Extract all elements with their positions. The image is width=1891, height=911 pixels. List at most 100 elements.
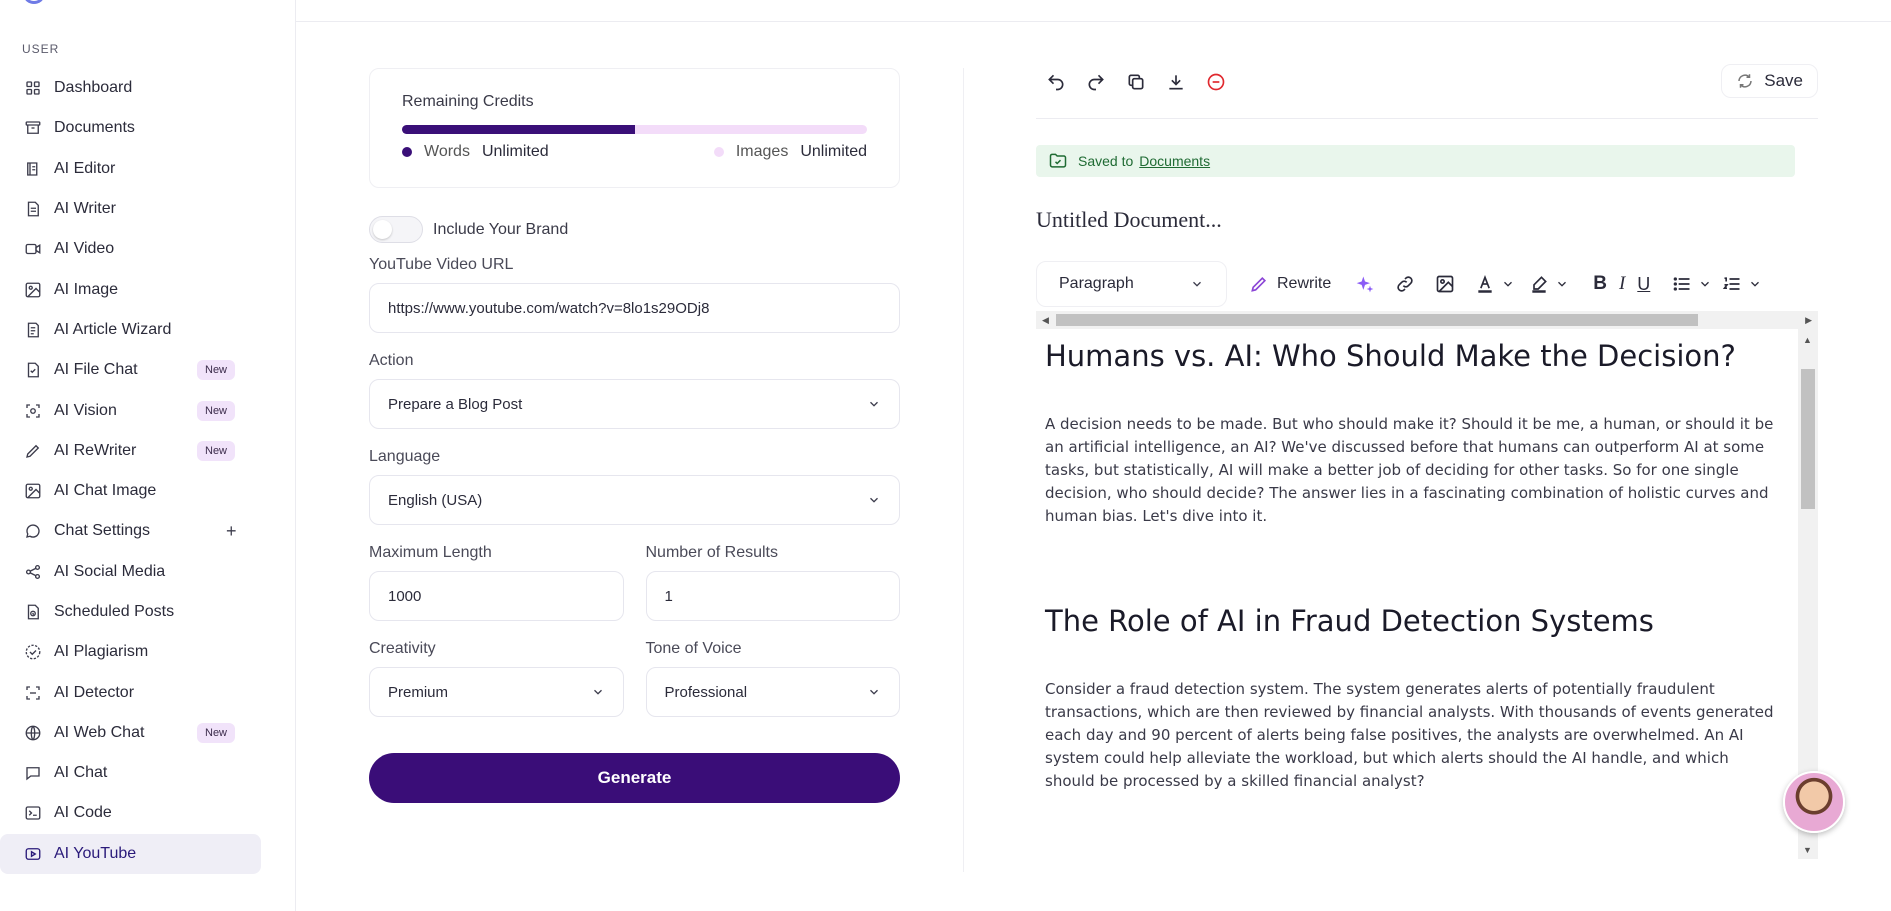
sidebar-item-ai-editor[interactable]: AI Editor (0, 149, 296, 189)
sidebar-item-label: Scheduled Posts (54, 603, 175, 620)
creativity-label: Creativity (369, 640, 436, 657)
sidebar-item-ai-image[interactable]: AI Image (0, 269, 296, 309)
image-icon (1436, 275, 1454, 293)
scroll-left-icon[interactable]: ◀ (1042, 315, 1049, 326)
language-select[interactable]: English (USA) (369, 475, 900, 525)
generate-button[interactable]: Generate (369, 753, 900, 803)
bullet-list-button[interactable] (1672, 274, 1712, 294)
format-toolbar: Paragraph Rewrite B I U (1036, 261, 1818, 307)
image-icon (24, 281, 42, 299)
text-color-button[interactable] (1475, 274, 1515, 294)
scroll-down-icon[interactable]: ▼ (1803, 845, 1812, 855)
sidebar-item-dashboard[interactable]: Dashboard (0, 68, 296, 108)
length-results-row: Maximum Length Number of Results (369, 525, 900, 621)
images-label: Images (735, 143, 789, 160)
sidebar-item-ai-video[interactable]: AI Video (0, 229, 296, 269)
check-circle-icon (24, 643, 42, 661)
tone-value: Professional (664, 683, 748, 701)
saved-documents-link[interactable]: Documents (1139, 153, 1210, 169)
sidebar-item-label: AI Plagiarism (54, 643, 149, 661)
sidebar-item-scheduled-posts[interactable]: Scheduled Posts (0, 592, 296, 632)
remove-circle-icon (1207, 73, 1225, 91)
sidebar-item-ai-file-chat[interactable]: AI File Chat New (0, 350, 296, 390)
highlight-button[interactable] (1529, 274, 1569, 294)
sidebar-item-ai-detector[interactable]: AI Detector (0, 672, 296, 712)
sidebar-item-ai-code[interactable]: AI Code (0, 793, 296, 833)
sidebar-item-documents[interactable]: Documents (0, 108, 296, 148)
refresh-icon (1738, 74, 1752, 88)
scan-icon (24, 402, 42, 420)
sidebar-item-ai-plagiarism[interactable]: AI Plagiarism (0, 632, 296, 672)
action-select[interactable]: Prepare a Blog Post (369, 379, 900, 429)
sidebar-item-label: AI Web Chat (54, 723, 145, 741)
tone-label: Tone of Voice (645, 640, 742, 657)
sidebar-item-ai-chat[interactable]: AI Chat (0, 753, 296, 793)
vertical-scroll-thumb[interactable] (1801, 369, 1815, 509)
plus-icon[interactable]: + (226, 521, 237, 542)
save-label: Save (1764, 71, 1803, 90)
sidebar-item-label: AI File Chat (54, 361, 138, 379)
creativity-select[interactable]: Premium (369, 667, 624, 717)
results-input[interactable] (664, 587, 881, 605)
sidebar-item-chat-settings[interactable]: Chat Settings + (0, 511, 296, 551)
sidebar-item-ai-youtube[interactable]: AI YouTube (0, 833, 261, 874)
sidebar-item-ai-chat-image[interactable]: AI Chat Image (0, 471, 296, 511)
italic-button[interactable]: I (1619, 273, 1625, 295)
editor-content[interactable]: Humans vs. AI: Who Should Make the Decis… (1036, 329, 1818, 859)
credits-card: Remaining Credits Words Unlimited Images… (369, 68, 900, 188)
chevron-down-icon (870, 497, 878, 503)
sidebar-item-label: AI Video (54, 240, 115, 258)
tone-select[interactable]: Professional (645, 667, 900, 717)
ai-sparkle-button[interactable] (1355, 274, 1375, 294)
copy-icon (1128, 74, 1144, 90)
creativity-value: Premium (388, 683, 449, 701)
paragraph-select[interactable]: Paragraph (1036, 261, 1227, 307)
scroll-right-icon[interactable]: ▶ (1805, 315, 1812, 326)
url-field[interactable] (369, 283, 900, 333)
brand-toggle[interactable] (369, 216, 423, 243)
max-length-label: Maximum Length (369, 544, 492, 561)
max-length-input[interactable] (388, 587, 605, 605)
new-badge: New (197, 722, 236, 743)
sidebar-item-ai-article-wizard[interactable]: AI Article Wizard (0, 310, 296, 350)
save-button[interactable]: Save (1721, 64, 1818, 98)
underline-button[interactable]: U (1637, 274, 1650, 295)
sidebar-item-ai-rewriter[interactable]: AI ReWriter New (0, 431, 296, 471)
sidebar-item-label: AI Editor (54, 159, 116, 177)
image-button[interactable] (1435, 274, 1455, 294)
detector-icon (24, 684, 42, 702)
rewrite-button[interactable]: Rewrite (1249, 274, 1331, 294)
sidebar: USER Dashboard Documents AI Editor AI Write… (0, 0, 296, 911)
bold-button[interactable]: B (1593, 273, 1607, 295)
download-button[interactable] (1162, 68, 1190, 96)
max-length-field[interactable] (369, 571, 624, 621)
url-input[interactable] (388, 299, 881, 317)
sidebar-item-ai-web-chat[interactable]: AI Web Chat New (0, 713, 296, 753)
delete-button[interactable] (1202, 68, 1230, 96)
sidebar-item-ai-social-media[interactable]: AI Social Media (0, 552, 296, 592)
support-avatar[interactable] (1783, 771, 1845, 833)
sidebar-item-ai-writer[interactable]: AI Writer (0, 189, 296, 229)
toolbar-divider (1036, 118, 1818, 119)
panel-divider (963, 68, 964, 872)
sidebar-item-label: AI Article Wizard (54, 320, 172, 338)
sparkle-icon (1356, 276, 1374, 293)
horizontal-scrollbar[interactable]: ◀ ▶ (1036, 311, 1818, 329)
horizontal-scroll-thumb[interactable] (1056, 314, 1698, 326)
document-title[interactable]: Untitled Document... (1036, 207, 1818, 233)
link-icon (1397, 276, 1413, 292)
numbered-list-button[interactable] (1722, 274, 1762, 294)
link-button[interactable] (1395, 274, 1415, 294)
words-value: Unlimited (481, 143, 549, 160)
redo-button[interactable] (1082, 68, 1110, 96)
results-field[interactable] (645, 571, 900, 621)
logo-icon[interactable] (24, 0, 44, 4)
copy-button[interactable] (1122, 68, 1150, 96)
words-label: Words (424, 143, 470, 160)
editor-toolbar: Save (1036, 60, 1818, 104)
images-value: Unlimited (800, 143, 867, 160)
sidebar-item-ai-vision[interactable]: AI Vision New (0, 390, 296, 430)
content-heading: Humans vs. AI: Who Should Make the Decis… (1045, 339, 1736, 373)
undo-button[interactable] (1042, 68, 1070, 96)
scroll-up-icon[interactable]: ▲ (1803, 335, 1812, 345)
